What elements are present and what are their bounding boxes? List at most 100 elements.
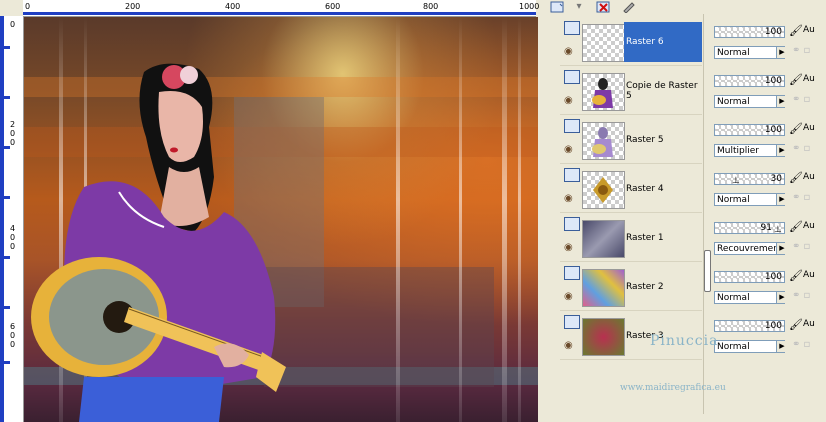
layer-name[interactable]: Raster 1 (624, 218, 702, 258)
eye-visibility-icon[interactable]: ◉ (564, 291, 573, 302)
ruler-label-0: 0 (25, 2, 31, 11)
eye-visibility-icon[interactable]: ◉ (564, 95, 573, 106)
woman-guitar-illustration (31, 63, 286, 422)
eye-visibility-icon[interactable]: ◉ (564, 46, 573, 57)
blend-mode-select[interactable]: Normal (714, 46, 785, 59)
opacity-slider-marker[interactable]: ⊥ (774, 225, 782, 235)
chevron-right-icon[interactable]: ▶ (776, 292, 787, 303)
au-label: Au (803, 172, 815, 182)
ruler-label-200: 200 (125, 2, 141, 11)
raster-layer-icon (564, 266, 580, 280)
lock-icon[interactable]: ⚭ ▫ (792, 192, 810, 203)
guide-marker[interactable] (4, 46, 10, 49)
blend-mode-select[interactable]: Multiplier (714, 144, 785, 157)
blend-mode-select[interactable]: Normal (714, 95, 785, 108)
blend-mode-select[interactable]: Normal (714, 340, 785, 353)
vruler-label-200: 2 0 0 (10, 120, 16, 147)
brush-icon[interactable]: 🖌 (789, 24, 803, 37)
brush-icon[interactable]: 🖌 (789, 122, 803, 135)
chevron-right-icon[interactable]: ▶ (776, 96, 787, 107)
layer-row-raster-4[interactable]: ◉ Raster 4 (560, 165, 702, 213)
opacity-slider-marker[interactable]: ⊥ (732, 176, 740, 186)
eye-visibility-icon[interactable]: ◉ (564, 242, 573, 253)
raster-layer-icon (564, 217, 580, 231)
guide-marker[interactable] (4, 306, 10, 309)
lock-icon[interactable]: ⚭ ▫ (792, 339, 810, 350)
eye-visibility-icon[interactable]: ◉ (564, 193, 573, 204)
brush-icon[interactable]: 🖌 (789, 318, 803, 331)
ruler-label-800: 800 (423, 2, 439, 11)
delete-layer-button[interactable] (594, 0, 612, 13)
vruler-label-600: 6 0 0 (10, 322, 16, 349)
raster-layer-icon (564, 21, 580, 35)
opacity-field[interactable]: 100 (714, 26, 785, 38)
layer-row-copie-raster-5[interactable]: ◉ Copie de Raster 5 (560, 67, 702, 115)
layer-thumbnail (582, 269, 625, 307)
layer-name[interactable]: Copie de Raster 5 (624, 71, 702, 111)
blend-mode-select[interactable]: Recouvrement (714, 242, 785, 255)
layer-row-raster-5[interactable]: ◉ Raster 5 (560, 116, 702, 164)
ruler-corner (0, 0, 24, 17)
layers-toolbar: ▾ (548, 0, 648, 14)
dropdown-arrow-icon[interactable]: ▾ (570, 0, 588, 13)
lock-icon[interactable]: ⚭ ▫ (792, 45, 810, 56)
chevron-right-icon[interactable]: ▶ (776, 243, 787, 254)
ruler-label-600: 600 (325, 2, 341, 11)
au-label: Au (803, 270, 815, 280)
image-canvas[interactable] (24, 17, 538, 422)
au-label: Au (803, 221, 815, 231)
layer-row-raster-1[interactable]: ◉ Raster 1 (560, 214, 702, 262)
layer-row-raster-6[interactable]: ◉ Raster 6 (560, 18, 702, 66)
chevron-right-icon[interactable]: ▶ (776, 145, 787, 156)
lock-icon[interactable]: ⚭ ▫ (792, 94, 810, 105)
opacity-field[interactable]: 100 (714, 271, 785, 283)
new-layer-button[interactable] (548, 0, 566, 13)
opacity-field[interactable]: 100 (714, 75, 785, 87)
raster-layer-icon (564, 70, 580, 84)
lock-icon[interactable]: ⚭ ▫ (792, 290, 810, 301)
guide-marker[interactable] (4, 256, 10, 259)
layer-name[interactable]: Raster 5 (624, 120, 702, 160)
opacity-field[interactable]: 100 (714, 320, 785, 332)
brush-icon[interactable]: 🖌 (789, 73, 803, 86)
brush-icon[interactable]: 🖌 (789, 220, 803, 233)
palette-splitter[interactable] (703, 14, 711, 414)
lock-icon[interactable]: ⚭ ▫ (792, 241, 810, 252)
raster-layer-icon (564, 168, 580, 182)
chevron-right-icon[interactable]: ▶ (776, 194, 787, 205)
layer-thumbnail (582, 220, 625, 258)
blend-mode-select[interactable]: Normal (714, 291, 785, 304)
guide-marker[interactable] (4, 196, 10, 199)
splitter-handle[interactable] (704, 250, 711, 292)
layer-name[interactable]: Raster 6 (624, 22, 702, 62)
layer-name[interactable]: Raster 4 (624, 169, 702, 209)
guide-marker[interactable] (4, 146, 10, 149)
au-label: Au (803, 123, 815, 133)
brush-icon[interactable]: 🖌 (789, 171, 803, 184)
opacity-field[interactable]: 30 (714, 173, 785, 185)
chevron-right-icon[interactable]: ▶ (776, 47, 787, 58)
opacity-field[interactable]: 100 (714, 124, 785, 136)
chevron-right-icon[interactable]: ▶ (776, 341, 787, 352)
layer-thumbnail (582, 122, 625, 160)
layer-name[interactable]: Raster 2 (624, 267, 702, 307)
eye-visibility-icon[interactable]: ◉ (564, 340, 573, 351)
eye-visibility-icon[interactable]: ◉ (564, 144, 573, 155)
raster-layer-icon (564, 315, 580, 329)
raster-layer-icon (564, 119, 580, 133)
layer-thumbnail (582, 171, 625, 209)
vruler-label-0: 0 (10, 20, 16, 29)
layer-thumbnail (582, 24, 625, 62)
guide-marker[interactable] (4, 361, 10, 364)
ruler-guide-bar (23, 12, 536, 15)
layer-thumbnail (582, 318, 625, 356)
blend-mode-select[interactable]: Normal (714, 193, 785, 206)
guide-marker[interactable] (4, 96, 10, 99)
edit-layer-button[interactable] (620, 0, 638, 13)
layer-row-raster-2[interactable]: ◉ Raster 2 (560, 263, 702, 311)
brush-icon[interactable]: 🖌 (789, 269, 803, 282)
au-label: Au (803, 319, 815, 329)
horizontal-ruler: 0 200 400 600 800 1000 (23, 0, 539, 17)
layer-props-row: 30 ⊥ 🖌 Au Normal ▶ ⚭ ▫ (714, 165, 826, 212)
lock-icon[interactable]: ⚭ ▫ (792, 143, 810, 154)
